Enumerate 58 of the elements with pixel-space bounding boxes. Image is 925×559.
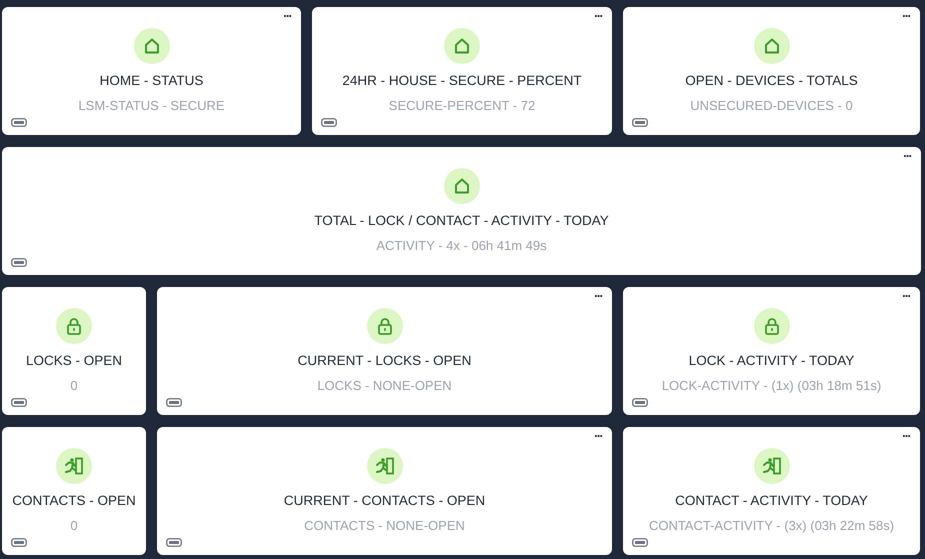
tile-value: SECURE-PERCENT - 72 bbox=[388, 98, 536, 113]
dashboard-tile[interactable]: ... CURRENT - CONTACTS - OPEN CONTACTS - NONE-OPEN bbox=[157, 427, 612, 555]
tile-value: LOCK-ACTIVITY - (1x) (03h 18m 51s) bbox=[662, 378, 882, 393]
more-menu[interactable]: ... bbox=[594, 5, 602, 20]
tile-title: LOCK - ACTIVITY - TODAY bbox=[688, 353, 854, 368]
tile-title: CONTACT - ACTIVITY - TODAY bbox=[675, 493, 868, 508]
battery-icon bbox=[11, 258, 27, 267]
tile-value: LOCKS - NONE-OPEN bbox=[317, 378, 452, 393]
more-menu[interactable]: ... bbox=[594, 285, 602, 300]
more-menu[interactable]: ... bbox=[902, 5, 910, 20]
tile-title: CONTACTS - OPEN bbox=[12, 493, 136, 508]
tile-value: LSM-STATUS - SECURE bbox=[78, 98, 225, 113]
running-exit-icon bbox=[374, 457, 394, 475]
tile-value: UNSECURED-DEVICES - 0 bbox=[690, 98, 853, 113]
tile-value: 0 bbox=[70, 378, 78, 393]
more-menu[interactable]: ... bbox=[902, 425, 910, 440]
tile-value: 0 bbox=[70, 518, 78, 533]
dashboard-tile[interactable]: ... LOCK - ACTIVITY - TODAY LOCK-ACTIVITY - (1x) (03h 18m 51s) bbox=[623, 287, 920, 415]
tile-title: 24HR - HOUSE - SECURE - PERCENT bbox=[342, 73, 582, 88]
battery-icon bbox=[632, 118, 648, 127]
more-menu[interactable]: ... bbox=[903, 145, 911, 160]
running-exit-icon bbox=[64, 457, 84, 475]
more-menu[interactable]: ... bbox=[902, 285, 910, 300]
dashboard-tile[interactable]: ... OPEN - DEVICES - TOTALS UNSECURED-DEVICES - 0 bbox=[623, 7, 920, 135]
home-icon bbox=[453, 37, 471, 55]
running-exit-icon bbox=[762, 457, 782, 475]
tile-title: TOTAL - LOCK / CONTACT - ACTIVITY - TODAY bbox=[314, 213, 609, 228]
dashboard-tile[interactable]: ... CONTACT - ACTIVITY - TODAY CONTACT-ACTIVITY - (3x) (03h 22m 58s) bbox=[623, 427, 920, 555]
more-menu[interactable]: ... bbox=[283, 5, 291, 20]
tile-value: CONTACT-ACTIVITY - (3x) (03h 22m 58s) bbox=[648, 518, 894, 533]
home-icon bbox=[142, 37, 160, 55]
dashboard-tile[interactable]: ... 24HR - HOUSE - SECURE - PERCENT SECURE-PERCENT - 72 bbox=[312, 7, 612, 135]
more-menu[interactable]: ... bbox=[594, 425, 602, 440]
battery-icon bbox=[321, 118, 337, 127]
tile-value: ACTIVITY - 4x - 06h 41m 49s bbox=[376, 238, 547, 253]
dashboard-tile[interactable]: ... TOTAL - LOCK / CONTACT - ACTIVITY - TODAY ACTIVITY - 4x - 06h 41m 49s bbox=[2, 147, 921, 275]
battery-icon bbox=[11, 118, 27, 127]
battery-icon bbox=[166, 398, 182, 407]
tile-title: LOCKS - OPEN bbox=[26, 353, 122, 368]
tile-title: CURRENT - LOCKS - OPEN bbox=[298, 353, 472, 368]
lock-icon bbox=[764, 317, 780, 335]
tile-title: OPEN - DEVICES - TOTALS bbox=[685, 73, 858, 88]
battery-icon bbox=[11, 538, 27, 547]
battery-icon bbox=[11, 398, 27, 407]
lock-icon bbox=[376, 317, 392, 335]
dashboard-tile[interactable]: ... CURRENT - LOCKS - OPEN LOCKS - NONE-OPEN bbox=[157, 287, 612, 415]
tile-title: CURRENT - CONTACTS - OPEN bbox=[284, 493, 486, 508]
dashboard-tile[interactable]: CONTACTS - OPEN 0 bbox=[2, 427, 146, 555]
lock-icon bbox=[66, 317, 82, 335]
home-icon bbox=[762, 37, 780, 55]
home-icon bbox=[452, 177, 470, 195]
tile-title: HOME - STATUS bbox=[100, 73, 204, 88]
dashboard-tile[interactable]: ... HOME - STATUS LSM-STATUS - SECURE bbox=[2, 7, 301, 135]
dashboard-tile[interactable]: LOCKS - OPEN 0 bbox=[2, 287, 146, 415]
battery-icon bbox=[632, 398, 648, 407]
battery-icon bbox=[632, 538, 648, 547]
battery-icon bbox=[166, 538, 182, 547]
tile-value: CONTACTS - NONE-OPEN bbox=[304, 518, 465, 533]
